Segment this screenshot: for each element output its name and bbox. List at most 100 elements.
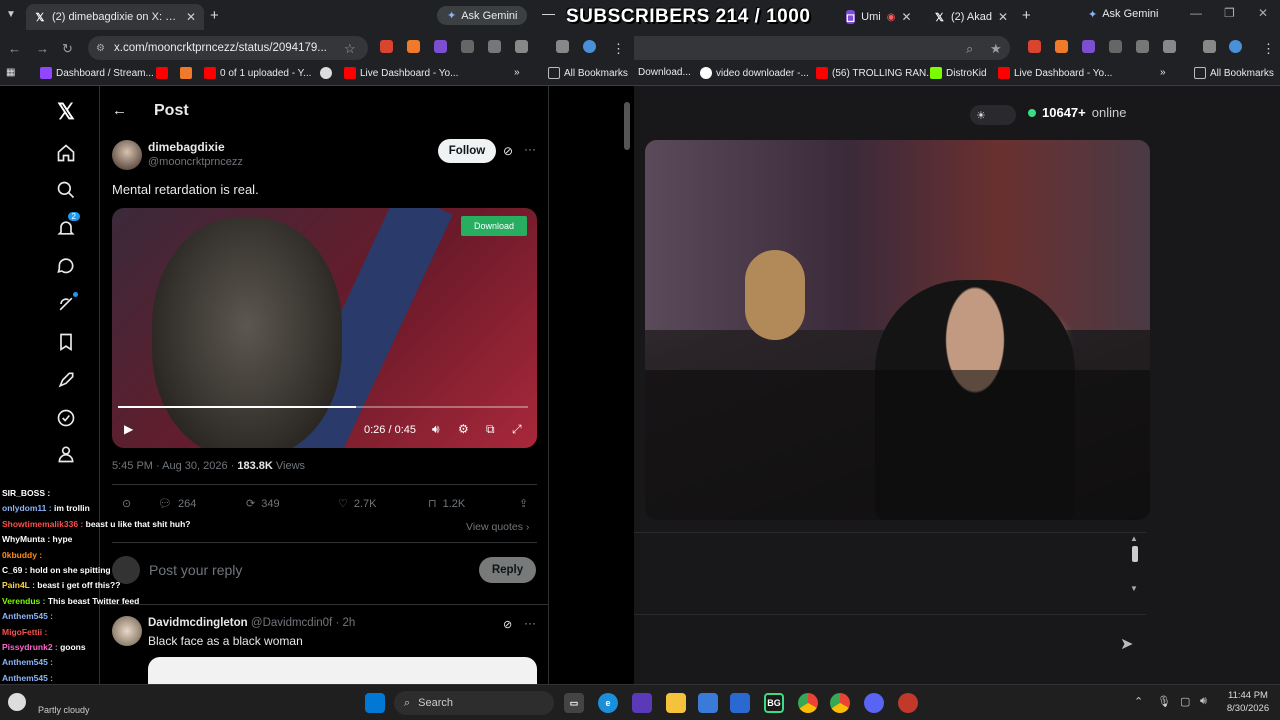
post-timestamp[interactable]: 5:45 PM · Aug 30, 2026 · bbox=[112, 460, 237, 472]
play-icon[interactable]: ▶ bbox=[124, 422, 133, 436]
avatar[interactable] bbox=[112, 140, 142, 170]
messages-icon[interactable] bbox=[54, 254, 78, 278]
profile-avatar[interactable] bbox=[1229, 40, 1242, 53]
address-bar[interactable]: ⚙ x.com/mooncrktprncezz/status/2094179..… bbox=[88, 36, 368, 60]
fullscreen-icon[interactable]: ⤢ bbox=[512, 422, 522, 437]
extension-icon[interactable] bbox=[1082, 40, 1095, 53]
extension-icon[interactable] bbox=[407, 40, 420, 53]
taskbar-search[interactable]: ⌕ Search bbox=[394, 691, 554, 715]
minimize-icon[interactable]: — bbox=[542, 6, 555, 21]
author-handle[interactable]: @mooncrktprncezz bbox=[148, 156, 243, 168]
back-icon[interactable]: ← bbox=[8, 41, 21, 56]
webcam-video[interactable] bbox=[645, 140, 1150, 520]
tray-chevron-icon[interactable]: ⌃ bbox=[1134, 695, 1143, 708]
address-bar[interactable] bbox=[634, 36, 1010, 60]
bookmark-item[interactable]: Download... bbox=[638, 67, 691, 78]
close-window-icon[interactable]: ✕ bbox=[1258, 6, 1268, 20]
microphone-icon[interactable]: 🎙︎ bbox=[1157, 695, 1171, 708]
extension-icon[interactable] bbox=[1028, 40, 1041, 53]
extension-icon[interactable] bbox=[380, 40, 393, 53]
menu-icon[interactable]: ⋮ bbox=[1262, 41, 1275, 57]
extensions-puzzle-icon[interactable] bbox=[1163, 40, 1176, 53]
file-explorer-icon[interactable] bbox=[666, 693, 686, 713]
profile-avatar[interactable] bbox=[583, 40, 596, 53]
author-display-name[interactable]: dimebagdixie bbox=[148, 140, 225, 154]
notifications-bell-icon[interactable]: 2 bbox=[54, 212, 80, 240]
reply-handle[interactable]: @Davidmcdin0f bbox=[251, 617, 332, 629]
video-progress-track[interactable] bbox=[118, 406, 528, 408]
scroll-down-icon[interactable]: ▼ bbox=[1130, 584, 1138, 593]
profile-icon[interactable] bbox=[54, 442, 78, 466]
new-tab-button[interactable]: + bbox=[1022, 7, 1031, 24]
extension-icon[interactable] bbox=[1109, 40, 1122, 53]
ask-gemini-button[interactable]: ✦ Ask Gemini bbox=[1088, 8, 1158, 21]
grok-icon[interactable] bbox=[54, 292, 78, 316]
reply-media[interactable] bbox=[148, 657, 537, 684]
search-icon[interactable] bbox=[54, 178, 78, 202]
more-bookmarks-icon[interactable]: » bbox=[1160, 67, 1166, 78]
close-tab-icon[interactable]: ✕ bbox=[998, 10, 1008, 24]
bookmark-stat[interactable]: ⊓ 1.2K bbox=[428, 497, 465, 511]
tab-x-akad[interactable]: 𝕏 (2) Akad ✕ bbox=[926, 4, 1016, 30]
like-stat[interactable]: ♡ 2.7K bbox=[338, 497, 377, 511]
send-icon[interactable]: ➤ bbox=[1120, 634, 1133, 654]
bookmark-item[interactable]: DistroKid bbox=[930, 67, 987, 79]
all-bookmarks[interactable]: All Bookmarks bbox=[548, 67, 628, 79]
bookmark-item[interactable]: Dashboard / Stream... bbox=[40, 67, 154, 79]
grok-icon[interactable]: ⊘ bbox=[503, 144, 513, 158]
verified-icon[interactable] bbox=[54, 406, 78, 430]
bookmark-star-icon[interactable]: ★ bbox=[990, 41, 1002, 57]
all-bookmarks[interactable]: All Bookmarks bbox=[1194, 67, 1274, 79]
minimize-icon[interactable]: — bbox=[1190, 6, 1202, 20]
reload-icon[interactable]: ↻ bbox=[62, 41, 73, 57]
tab-umi[interactable]: ◻ Umi ◉ ✕ bbox=[838, 4, 916, 30]
bookmark-item[interactable]: Live Dashboard - Yo... bbox=[344, 67, 458, 79]
weather-widget[interactable]: Partly cloudy bbox=[4, 689, 114, 717]
media-icon[interactable] bbox=[556, 40, 569, 53]
follow-button[interactable]: Follow bbox=[438, 139, 496, 163]
message-input[interactable] bbox=[634, 614, 1146, 674]
app-icon[interactable] bbox=[698, 693, 718, 713]
grok-icon[interactable]: ⊘ bbox=[503, 618, 512, 631]
tab-x-post[interactable]: 𝕏 (2) dimebagdixie on X: "Mental ✕ bbox=[26, 4, 204, 30]
x-logo-icon[interactable]: 𝕏 bbox=[54, 99, 78, 124]
task-view-icon[interactable]: ▭ bbox=[564, 693, 584, 713]
repost-stat[interactable]: ⟳ 349 bbox=[246, 497, 280, 511]
media-icon[interactable] bbox=[1203, 40, 1216, 53]
more-options-icon[interactable]: ··· bbox=[524, 616, 536, 630]
bookmark-item[interactable]: 0 of 1 uploaded - Y... bbox=[204, 67, 311, 79]
forward-icon[interactable]: → bbox=[36, 41, 49, 56]
bookmark-item[interactable] bbox=[320, 67, 332, 79]
extensions-puzzle-icon[interactable] bbox=[515, 40, 528, 53]
extension-icon[interactable] bbox=[434, 40, 447, 53]
bookmark-star-icon[interactable]: ☆ bbox=[344, 41, 356, 57]
scrollbar-thumb[interactable] bbox=[1132, 546, 1138, 562]
back-arrow-icon[interactable]: ← bbox=[112, 102, 127, 119]
chrome-icon[interactable] bbox=[798, 693, 818, 713]
reply-stat[interactable]: 💬︎ 264 bbox=[158, 497, 196, 511]
chrome-icon[interactable] bbox=[830, 693, 850, 713]
close-tab-icon[interactable]: ✕ bbox=[901, 10, 911, 24]
chat-scroll-area[interactable] bbox=[634, 532, 1146, 602]
app-icon[interactable] bbox=[898, 693, 918, 713]
network-icon[interactable]: ▢ bbox=[1180, 695, 1190, 708]
extension-icon[interactable] bbox=[1136, 40, 1149, 53]
bookmarks-icon[interactable] bbox=[54, 330, 78, 354]
new-tab-button[interactable]: + bbox=[210, 7, 219, 24]
scroll-up-icon[interactable]: ▲ bbox=[1130, 534, 1138, 543]
home-icon[interactable] bbox=[54, 141, 78, 165]
video-player[interactable]: Download ▶ 0:26 / 0:45 🔊︎ ⚙ ⧉ ⤢ bbox=[112, 208, 537, 448]
volume-icon[interactable]: 🔊︎ bbox=[1200, 695, 1207, 708]
apps-grid-icon[interactable]: ▦ bbox=[6, 67, 15, 78]
bookmark-item[interactable] bbox=[156, 67, 168, 79]
store-icon[interactable] bbox=[730, 693, 750, 713]
zoom-icon[interactable]: ⌕ bbox=[966, 41, 973, 57]
settings-gear-icon[interactable]: ⚙ bbox=[458, 422, 469, 436]
download-button[interactable]: Download bbox=[461, 216, 527, 236]
more-bookmarks-icon[interactable]: » bbox=[514, 67, 520, 78]
windows-start-icon[interactable] bbox=[365, 693, 385, 713]
communities-rocket-icon[interactable] bbox=[54, 368, 78, 392]
reply-display-name[interactable]: Davidmcdingleton bbox=[148, 617, 248, 629]
bookmark-item[interactable] bbox=[180, 67, 192, 79]
reply-button[interactable]: Reply bbox=[479, 557, 536, 583]
